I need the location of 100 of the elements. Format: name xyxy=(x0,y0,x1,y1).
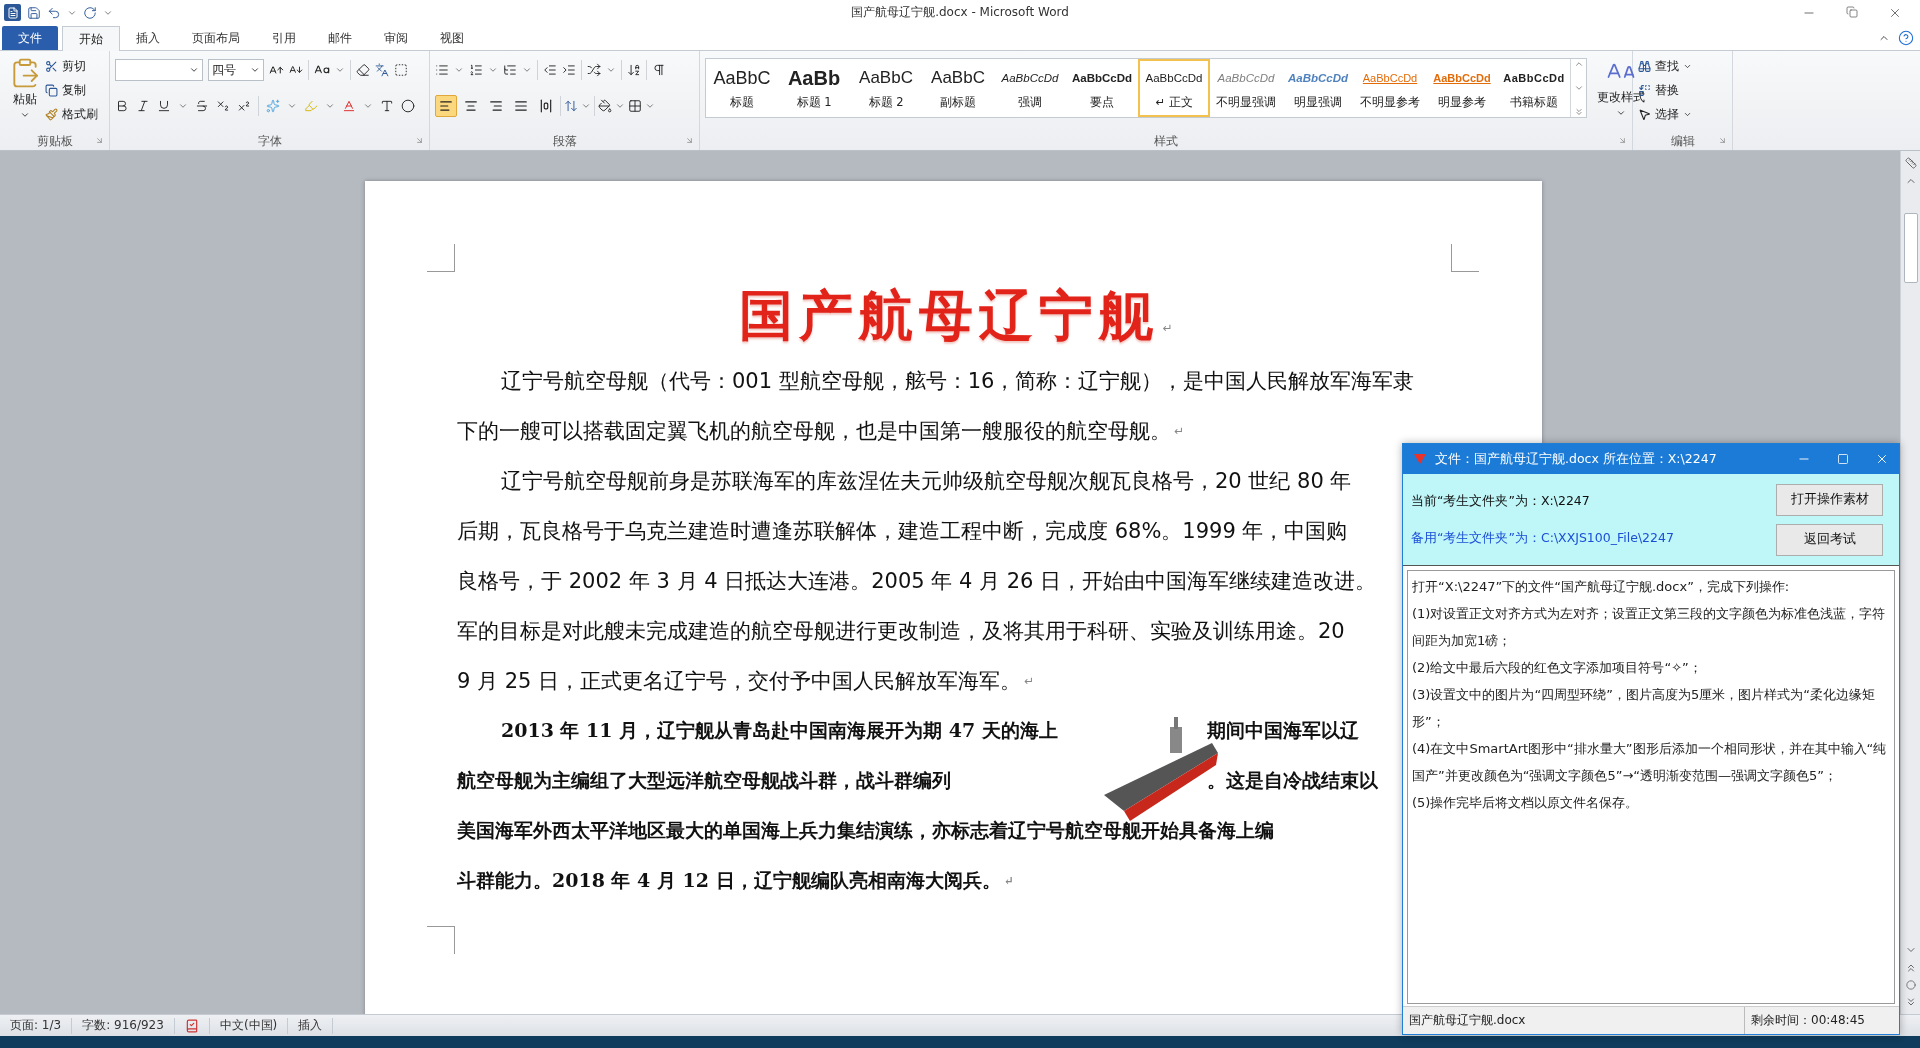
caret-icon[interactable] xyxy=(335,65,345,75)
style-item[interactable]: AaBb 标题 1 xyxy=(778,59,850,117)
group-label: 样式 xyxy=(1154,132,1178,150)
caret-icon[interactable] xyxy=(581,101,591,111)
body-text: 斗群能力。2018 年 4 月 12 日，辽宁舰编队亮相南海大阅兵。 xyxy=(457,868,1001,893)
paragraph-mark: ↵ xyxy=(1162,321,1173,335)
strikethrough-icon[interactable] xyxy=(195,99,209,113)
caret-icon[interactable] xyxy=(178,101,188,111)
font-size-field[interactable]: 四号 xyxy=(208,59,264,81)
increase-indent-icon[interactable] xyxy=(562,63,576,77)
scrollbar-thumb[interactable] xyxy=(1903,213,1918,283)
dialog-launcher-icon[interactable] xyxy=(685,136,694,145)
instruction-text: (1)对设置正文对齐方式为左对齐；设置正文第三段的文字颜色为标准色浅蓝，字符间距为加宽1磅； xyxy=(1412,605,1887,650)
ribbon-tab[interactable]: 插入 xyxy=(120,26,176,50)
ribbon-tab[interactable]: 引用 xyxy=(256,26,312,50)
character-border-icon[interactable] xyxy=(394,63,408,77)
body-text: 后期，瓦良格号于乌克兰建造时遭逢苏联解体，建造工程中断，完成度 68%。1999 年，中国购 xyxy=(457,518,1348,545)
instruction-text: (5)操作完毕后将文档以原文件名保存。 xyxy=(1412,794,1640,812)
dialog-launcher-icon[interactable] xyxy=(415,136,424,145)
group-label: 剪贴板 xyxy=(36,132,73,150)
style-item[interactable]: AaBbC 标题 xyxy=(706,59,778,117)
style-item[interactable]: AaBbCcDd 明显参考 xyxy=(1426,59,1498,117)
style-item[interactable]: AaBbCcDd ↵ 正文 xyxy=(1138,59,1210,117)
sort-icon[interactable] xyxy=(627,63,641,77)
word-count[interactable]: 字数: 916/923 xyxy=(72,1017,175,1034)
ribbon-tab[interactable]: 审阅 xyxy=(368,26,424,50)
dialog-launcher-icon[interactable] xyxy=(95,136,104,145)
bold-icon[interactable] xyxy=(115,99,129,113)
shading-icon[interactable] xyxy=(598,99,612,113)
insert-mode-status[interactable]: 插入 xyxy=(288,1017,334,1034)
align-lines-icon xyxy=(539,99,553,113)
align-button[interactable] xyxy=(435,95,457,117)
superscript-icon[interactable] xyxy=(237,99,251,113)
text-direction-icon[interactable] xyxy=(587,63,601,77)
repeat-icon[interactable] xyxy=(83,5,97,20)
style-item[interactable]: AaBbC 标题 2 xyxy=(850,59,922,117)
caret-icon[interactable] xyxy=(606,65,616,75)
style-item[interactable]: AaBbCcDd 强调 xyxy=(994,59,1066,117)
line-spacing-icon[interactable] xyxy=(564,99,578,113)
borders-icon[interactable] xyxy=(628,99,642,113)
backup-folder-text: 备用“考生文件夹”为：C:\XXJS100_File\2247 xyxy=(1411,529,1675,547)
clear-formatting-icon[interactable] xyxy=(356,63,370,77)
caret-icon[interactable] xyxy=(454,65,464,75)
ribbon-tab[interactable]: 视图 xyxy=(424,26,480,50)
caret-icon[interactable] xyxy=(363,101,373,111)
font-color-icon[interactable] xyxy=(342,99,356,113)
style-item[interactable]: AaBbC 副标题 xyxy=(922,59,994,117)
cut-button[interactable]: 剪切 xyxy=(45,55,98,77)
gallery-up-icon[interactable] xyxy=(1573,59,1584,69)
undo-icon[interactable] xyxy=(47,5,61,20)
paste-button[interactable]: 粘贴 xyxy=(5,55,45,132)
close-icon[interactable] xyxy=(1875,452,1889,466)
enclose-characters-icon[interactable] xyxy=(401,99,415,113)
save-icon[interactable] xyxy=(27,5,41,20)
dialog-launcher-icon[interactable] xyxy=(1618,136,1627,145)
style-item[interactable]: AaBbCcDd 书籍标题 xyxy=(1498,59,1570,117)
dialog-button[interactable]: 返回考试 xyxy=(1776,523,1883,556)
caret-icon[interactable] xyxy=(488,65,498,75)
caret-icon[interactable] xyxy=(615,101,625,111)
italic-icon[interactable] xyxy=(136,99,150,113)
maximize-icon[interactable] xyxy=(1837,453,1849,465)
style-item[interactable]: AaBbCcDd 明显强调 xyxy=(1282,59,1354,117)
vertical-scrollbar[interactable] xyxy=(1900,151,1920,1014)
underline-icon[interactable] xyxy=(157,99,171,113)
style-item[interactable]: AaBbCcDd 不明显强调 xyxy=(1210,59,1282,117)
proofing-icon[interactable] xyxy=(184,1018,199,1033)
numbering-icon[interactable] xyxy=(469,63,483,77)
font-name-field[interactable] xyxy=(115,59,203,81)
dialog-launcher-icon[interactable] xyxy=(1718,136,1727,145)
language-status[interactable]: 中文(中国) xyxy=(209,1017,289,1034)
restore-icon[interactable] xyxy=(1846,5,1858,18)
bullets-icon[interactable] xyxy=(435,63,449,77)
browse-object-icon[interactable] xyxy=(1905,980,1916,990)
ribbon-tab[interactable]: 开始 xyxy=(62,26,120,51)
style-item[interactable]: AaBbCcDd 不明显参考 xyxy=(1354,59,1426,117)
dialog-button[interactable]: 打开操作素材 xyxy=(1776,483,1883,516)
format-painter-button[interactable]: 格式刷 xyxy=(45,103,98,125)
ruler-icon[interactable] xyxy=(1904,157,1917,169)
caret-icon[interactable] xyxy=(645,101,655,111)
show-marks-icon[interactable] xyxy=(652,63,666,77)
subscript-icon[interactable] xyxy=(216,99,230,113)
copy-button[interactable]: 复制 xyxy=(45,79,98,101)
character-shading-icon[interactable] xyxy=(380,99,394,113)
app-logo-icon xyxy=(1413,453,1427,465)
ribbon-tab[interactable]: 页面布局 xyxy=(176,26,256,50)
style-item[interactable]: AaBbCcDd 要点 xyxy=(1066,59,1138,117)
word-logo-icon[interactable] xyxy=(4,4,21,21)
file-tab[interactable]: 文件 xyxy=(2,26,58,50)
ribbon-tab[interactable]: 邮件 xyxy=(312,26,368,50)
text-effects-icon[interactable] xyxy=(266,99,280,113)
gallery-down-icon[interactable] xyxy=(1573,83,1584,93)
phonetic-guide-icon[interactable] xyxy=(375,63,389,77)
caret-icon[interactable] xyxy=(287,101,297,111)
caret-icon[interactable] xyxy=(325,101,335,111)
multilevel-list-icon[interactable] xyxy=(503,63,517,77)
decrease-indent-icon[interactable] xyxy=(543,63,557,77)
caret-icon[interactable] xyxy=(522,65,532,75)
instructions-box[interactable] xyxy=(1407,570,1895,1004)
help-icon[interactable] xyxy=(1898,30,1914,46)
page-count[interactable]: 页面: 1/3 xyxy=(0,1017,73,1034)
